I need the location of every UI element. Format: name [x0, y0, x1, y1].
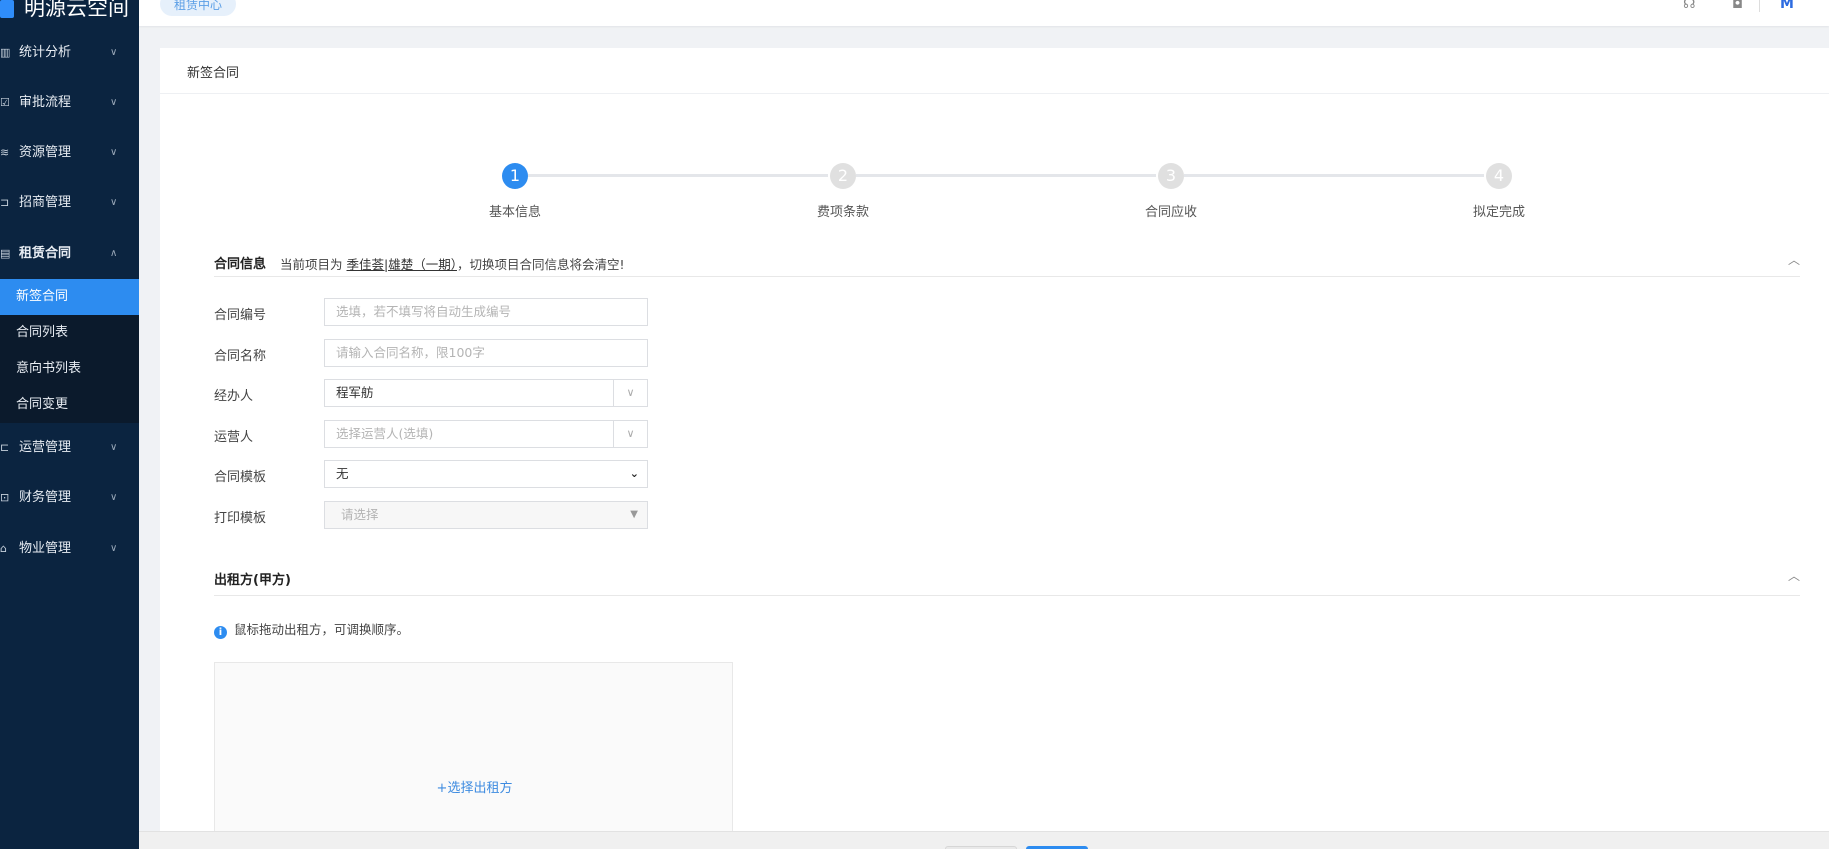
section-title: 合同信息: [214, 257, 267, 272]
chevron-down-icon: ∨: [110, 543, 118, 554]
headset-icon[interactable]: ☊: [1683, 0, 1695, 12]
step-connector: [1184, 174, 1484, 177]
step-3-circle: 3: [1158, 163, 1184, 189]
sidebar-item-leasing[interactable]: ⊐ 招商管理 ∨: [0, 191, 139, 215]
contract-number-input[interactable]: 选填，若不填写将自动生成编号: [324, 298, 648, 326]
breadcrumb-tag[interactable]: 租赁中心: [160, 0, 237, 16]
finance-icon: ⊡: [0, 491, 10, 504]
collapse-icon[interactable]: ︿: [1788, 251, 1800, 268]
operator-select[interactable]: 选择运营人(选填) ∨: [324, 420, 648, 448]
page-title: 新签合同: [187, 66, 240, 81]
chart-icon: ▥: [0, 46, 11, 59]
contract-name-input[interactable]: 请输入合同名称，限100字: [324, 339, 648, 367]
contract-number-label: 合同编号: [214, 308, 267, 323]
layers-icon: ≋: [0, 146, 10, 159]
project-note: 当前项目为 季佳荟|雄楚（一期），切换项目合同信息将会清空!: [280, 254, 624, 273]
lessor-dropzone: +选择出租方: [214, 662, 733, 849]
step-3-label: 合同应收: [1144, 205, 1197, 220]
lessor-tip: i 鼠标拖动出租方，可调换顺序。: [214, 619, 409, 639]
contract-info-header: 合同信息 当前项目为 季佳荟|雄楚（一期），切换项目合同信息将会清空! ︿: [214, 251, 1800, 277]
sidebar-item-label: 统计分析: [19, 45, 72, 60]
step-1-label: 基本信息: [488, 205, 541, 220]
flag-icon: ⊐: [0, 196, 10, 209]
chevron-down-icon: ∨: [110, 442, 118, 453]
sidebar-item-label: 运营管理: [19, 440, 72, 455]
step-4-label: 拟定完成: [1472, 205, 1525, 220]
operator-label: 运营人: [214, 430, 254, 445]
chevron-down-icon: ∨: [110, 97, 118, 108]
chevron-down-icon: ∨: [110, 147, 118, 158]
template-label: 合同模板: [214, 470, 267, 485]
card-header: 新签合同: [160, 48, 1829, 94]
handler-select[interactable]: 程军舫 ∨: [324, 379, 648, 407]
sidebar-subitem-intent-list[interactable]: 意向书列表: [0, 351, 139, 387]
operator-placeholder: 选择运营人(选填): [336, 426, 434, 441]
operate-icon: ⊏: [0, 441, 10, 454]
sidebar-item-resources[interactable]: ≋ 资源管理 ∨: [0, 141, 139, 165]
print-template-select[interactable]: 请选择 ▼: [324, 501, 648, 529]
template-value: 无: [336, 466, 349, 481]
approve-icon: ☑: [0, 96, 10, 109]
sidebar-item-label: 租赁合同: [19, 246, 72, 261]
sidebar-item-label: 资源管理: [19, 145, 72, 160]
section-title: 出租方(甲方): [214, 573, 291, 588]
info-icon: i: [214, 626, 227, 639]
handler-value: 程军舫: [336, 385, 374, 400]
contract-name-label: 合同名称: [214, 349, 267, 364]
sidebar: 明源云空间 ▥ 统计分析 ∨ ☑ 审批流程 ∨ ≋ 资源管理 ∨ ⊐ 招商管理 …: [0, 0, 139, 849]
building-icon: ⌂: [0, 542, 7, 555]
sidebar-item-finance[interactable]: ⊡ 财务管理 ∨: [0, 486, 139, 510]
sidebar-item-statistics[interactable]: ▥ 统计分析 ∨: [0, 41, 139, 65]
print-template-placeholder: 请选择: [341, 507, 379, 522]
sidebar-subitem-new-contract[interactable]: 新签合同: [0, 279, 139, 315]
sidebar-subitem-contract-list[interactable]: 合同列表: [0, 315, 139, 351]
sidebar-item-label: 财务管理: [19, 490, 72, 505]
lessor-tip-text: 鼠标拖动出租方，可调换顺序。: [234, 622, 410, 637]
project-note-prefix: 当前项目为: [280, 257, 343, 272]
sidebar-item-property[interactable]: ⌂ 物业管理 ∨: [0, 537, 139, 561]
step-2-circle: 2: [830, 163, 856, 189]
app-logo-text: 明源云空间: [24, 0, 129, 20]
chevron-down-icon: ∨: [110, 47, 118, 58]
step-1-circle: 1: [502, 163, 528, 189]
sidebar-item-approval[interactable]: ☑ 审批流程 ∨: [0, 91, 139, 115]
bell-icon[interactable]: ◘: [1732, 0, 1743, 12]
chevron-down-icon[interactable]: ∨: [613, 421, 647, 447]
chevron-down-icon: ∨: [110, 492, 118, 503]
lessor-header: 出租方(甲方) ︿: [214, 567, 1800, 596]
step-connector: [856, 174, 1156, 177]
print-template-label: 打印模板: [214, 511, 267, 526]
top-header: 租赁中心 ☊ ◘ M: [139, 0, 1829, 26]
step-4-circle: 4: [1486, 163, 1512, 189]
brand-icon[interactable]: M: [1780, 0, 1794, 12]
logo-icon: [0, 0, 14, 18]
chevron-down-icon: ∨: [110, 197, 118, 208]
project-note-suffix: ，切换项目合同信息将会清空!: [456, 257, 625, 272]
sidebar-item-label: 招商管理: [19, 195, 72, 210]
sidebar-item-label: 审批流程: [19, 95, 72, 110]
app-logo[interactable]: 明源云空间: [0, 0, 139, 22]
select-lessor-link[interactable]: +选择出租方: [215, 777, 734, 796]
chevron-down-icon[interactable]: ∨: [613, 380, 647, 406]
collapse-icon[interactable]: ︿: [1788, 567, 1800, 584]
chevron-up-icon: ∧: [110, 248, 118, 259]
contract-icon: ▤: [0, 247, 11, 260]
template-select[interactable]: 无 ⌄: [324, 460, 648, 488]
sidebar-item-label: 物业管理: [19, 541, 72, 556]
sidebar-item-lease-contract[interactable]: ▤ 租赁合同 ∧: [0, 242, 139, 266]
caret-down-icon: ⌄: [629, 467, 639, 480]
step-2-label: 费项条款: [816, 205, 869, 220]
project-name: 季佳荟|雄楚（一期）: [346, 257, 457, 272]
bottom-action-bar: [139, 831, 1829, 849]
header-divider: [1759, 0, 1760, 12]
caret-down-icon: ▼: [630, 509, 638, 520]
handler-label: 经办人: [214, 389, 254, 404]
sidebar-item-operations[interactable]: ⊏ 运营管理 ∨: [0, 436, 139, 460]
step-connector: [528, 174, 828, 177]
sidebar-subitem-contract-change[interactable]: 合同变更: [0, 387, 139, 423]
